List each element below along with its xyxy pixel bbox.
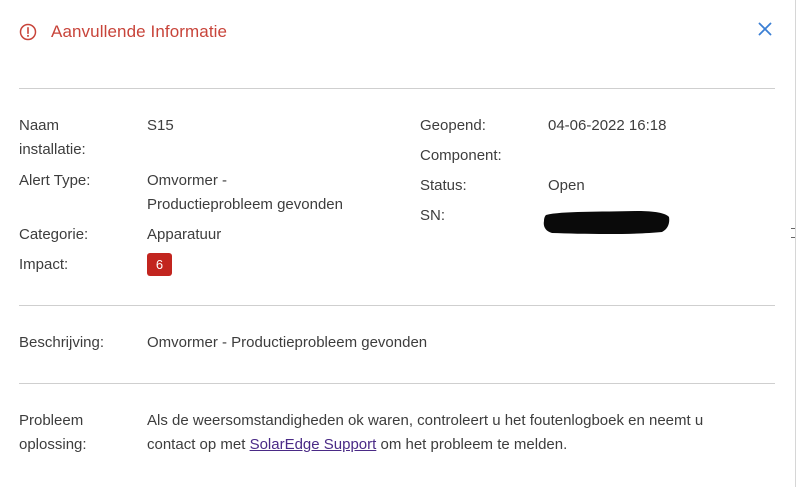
- impact-badge: 6: [147, 253, 172, 276]
- component-label: Component:: [420, 147, 502, 164]
- beschrijving-value: Omvormer - Productieprobleem gevonden: [147, 334, 428, 351]
- details-divider: [19, 305, 775, 306]
- probleem-oplossing-text-line2: contact op met SolarEdge Support om het …: [147, 433, 567, 457]
- solaredge-support-link[interactable]: SolarEdge Support: [250, 436, 377, 453]
- solution-text-prefix: contact op met: [147, 436, 250, 453]
- alert-type-label: Alert Type:: [19, 172, 91, 189]
- geopend-value: 04-06-2022 16:18: [548, 117, 667, 134]
- resize-handle-mark: [791, 228, 795, 238]
- impact-label: Impact:: [19, 256, 69, 273]
- solution-text-suffix: om het probleem te melden.: [376, 436, 568, 453]
- panel-header: Aanvullende Informatie: [19, 22, 227, 42]
- header-divider: [19, 88, 775, 89]
- alert-type-value-line1: Omvormer -: [147, 172, 227, 189]
- naam-installatie-label-line2: installatie:: [19, 141, 86, 158]
- sn-redaction: [542, 209, 670, 235]
- sn-label: SN:: [420, 207, 446, 224]
- probleem-oplossing-label-line1: Probleem: [19, 412, 84, 429]
- alert-type-value-line2: Productieprobleem gevonden: [147, 196, 343, 213]
- status-label: Status:: [420, 177, 467, 194]
- description-divider: [19, 383, 775, 384]
- naam-installatie-label-line1: Naam: [19, 117, 60, 134]
- geopend-label: Geopend:: [420, 117, 486, 134]
- beschrijving-label: Beschrijving:: [19, 334, 105, 351]
- close-x-icon[interactable]: [758, 22, 772, 41]
- additional-info-panel: Aanvullende Informatie Naam installatie:…: [0, 0, 796, 487]
- page-title: Aanvullende Informatie: [51, 22, 228, 41]
- close-button[interactable]: [756, 22, 774, 40]
- status-value: Open: [548, 177, 585, 194]
- probleem-oplossing-text-line1: Als de weersomstandigheden ok waren, con…: [147, 412, 704, 429]
- naam-installatie-value: S15: [147, 117, 174, 134]
- probleem-oplossing-label-line2: oplossing:: [19, 436, 87, 453]
- info-circle-icon: [19, 23, 37, 41]
- categorie-label: Categorie:: [19, 226, 89, 243]
- categorie-value: Apparatuur: [147, 226, 222, 243]
